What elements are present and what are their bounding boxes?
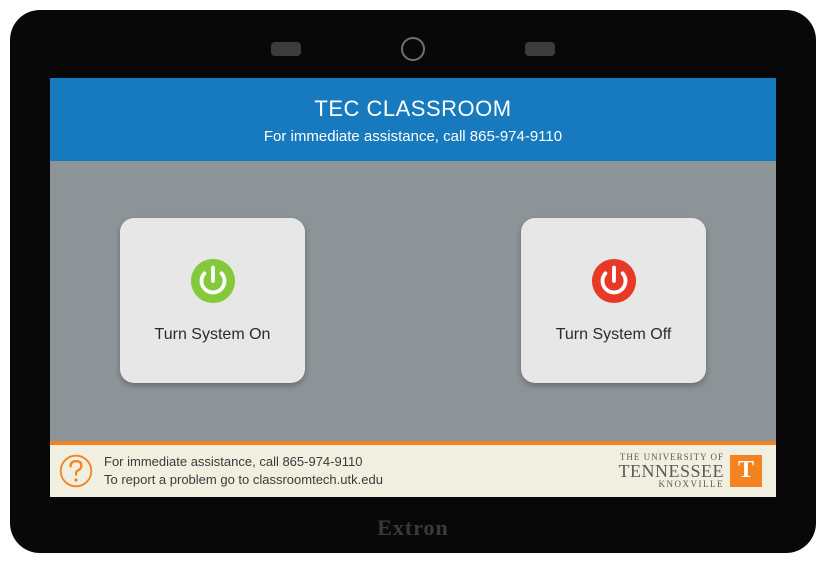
turn-off-label: Turn System Off — [556, 326, 672, 344]
device-bezel: TEC CLASSROOM For immediate assistance, … — [10, 10, 816, 553]
ut-logo-text: THE UNIVERSITY OF TENNESSEE KNOXVILLE — [619, 453, 725, 489]
power-off-icon — [591, 258, 637, 304]
footer-line1: For immediate assistance, call 865-974-9… — [104, 453, 383, 471]
footer-bar: For immediate assistance, call 865-974-9… — [50, 441, 776, 497]
footer-text: For immediate assistance, call 865-974-9… — [104, 453, 383, 489]
touch-screen: TEC CLASSROOM For immediate assistance, … — [50, 78, 776, 497]
ut-letter: T — [738, 457, 754, 484]
turn-system-on-button[interactable]: Turn System On — [120, 218, 305, 383]
turn-on-label: Turn System On — [155, 326, 271, 344]
ut-logo: THE UNIVERSITY OF TENNESSEE KNOXVILLE T — [619, 453, 763, 489]
footer-left: For immediate assistance, call 865-974-9… — [58, 453, 383, 489]
camera-icon — [401, 37, 425, 61]
header-subtitle: For immediate assistance, call 865-974-9… — [60, 128, 766, 145]
power-on-icon — [190, 258, 236, 304]
header-banner: TEC CLASSROOM For immediate assistance, … — [50, 78, 776, 161]
turn-system-off-button[interactable]: Turn System Off — [521, 218, 706, 383]
device-brand-label: Extron — [10, 515, 816, 541]
sensor-slot-right — [525, 42, 555, 56]
help-icon — [58, 453, 94, 489]
main-area: Turn System On Turn System Off — [50, 161, 776, 441]
sensor-slot-left — [271, 42, 301, 56]
ut-line3: KNOXVILLE — [619, 480, 725, 489]
ut-t-icon: T — [730, 455, 762, 487]
device-sensor-bar — [10, 34, 816, 64]
footer-line2: To report a problem go to classroomtech.… — [104, 471, 383, 489]
page-title: TEC CLASSROOM — [60, 96, 766, 122]
ut-line2: TENNESSEE — [619, 462, 725, 480]
